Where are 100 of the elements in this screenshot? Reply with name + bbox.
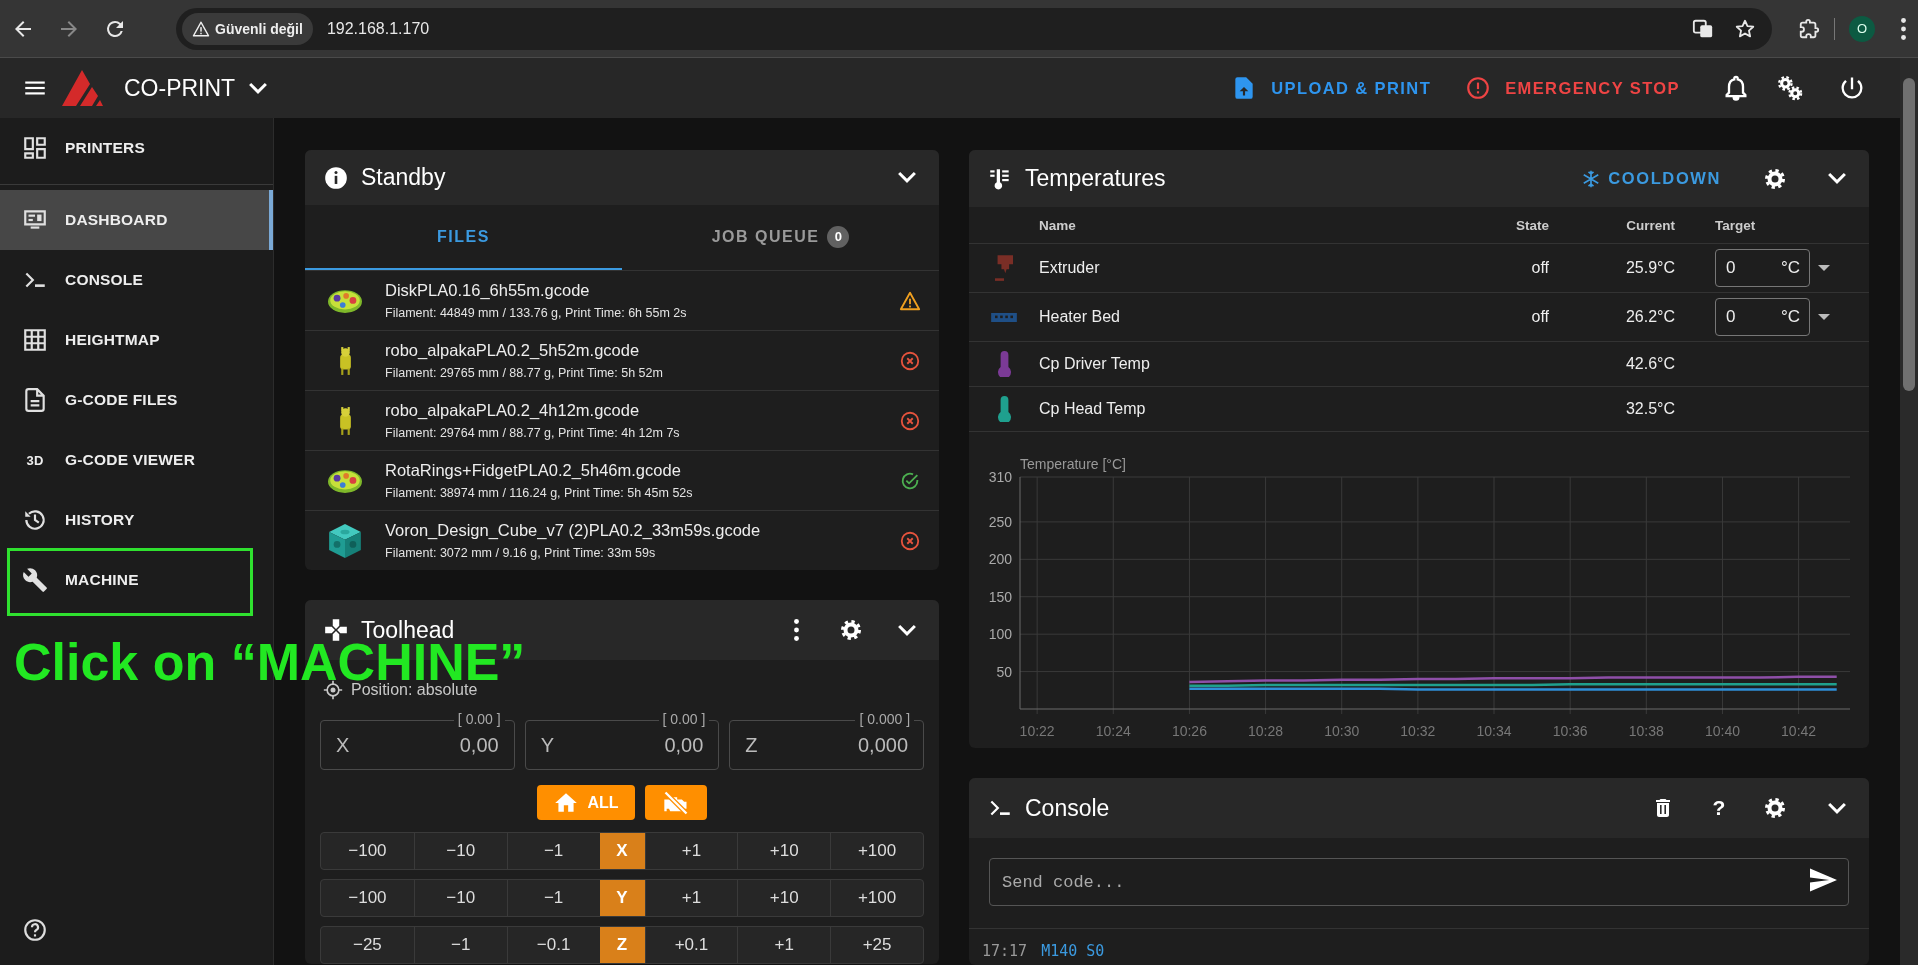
sidebar-item[interactable]: 3D G-CODE VIEWER [0,430,273,490]
chart-title: Temperature [°C] [1020,456,1126,472]
target-field[interactable]: 0 °C [1715,298,1810,336]
jog-button[interactable]: −10 [413,833,507,869]
column-header: Name [1039,217,1077,233]
sidebar-item[interactable]: G-CODE FILES [0,370,273,430]
settings-button[interactable] [1763,166,1787,191]
jog-button[interactable]: +25 [830,927,923,963]
position-mode: Position: absolute [351,681,478,699]
dropdown-chevron-icon[interactable] [249,82,268,94]
jog-button[interactable]: −1 [413,927,507,963]
axis-tick-label: 100 [988,626,1012,643]
axis-tick-label: 10:42 [1781,723,1817,739]
heater-name: Heater Bed [1039,308,1121,326]
sidebar-item[interactable]: MACHINE [0,550,273,610]
current-temperature: 32.5°C [1625,400,1675,417]
jog-button[interactable]: +1 [644,833,738,869]
current-temperature: 25.9°C [1625,259,1675,276]
target-field[interactable]: 0 °C [1715,249,1810,287]
extension-icon[interactable] [1798,17,1820,40]
axis-tick-label: 10:24 [1095,723,1131,739]
snowflake-icon [1581,168,1602,189]
more-icon[interactable] [1901,17,1906,40]
axis-tick-label: 10:22 [1019,723,1055,739]
file-row[interactable]: DiskPLA0.16_6h55m.gcode Filament: 44849 mm / 133.76 g, Print Time: 6h 55m 2s [305,271,939,330]
jog-button[interactable]: −10 [413,880,507,916]
jog-button[interactable]: +0.1 [644,927,738,963]
sidebar-item[interactable]: HISTORY [0,490,273,550]
jog-button[interactable]: −1 [506,833,600,869]
settings-icon [1763,166,1787,191]
axis-tick-label: 10:34 [1476,723,1512,739]
axis-tick-label: 250 [988,513,1012,530]
jog-button[interactable]: −25 [321,927,414,963]
file-row[interactable]: Voron_Design_Cube_v7 (2)PLA0.2_33m59s.gcode Filament: 3072 mm / 9.16 g, Print Time: 33m 59s [305,510,939,570]
heightmap-icon [22,327,48,353]
console-command[interactable]: M140 S0 [1041,942,1105,960]
jog-button[interactable]: −0.1 [506,927,600,963]
card-title: Console [1025,794,1111,822]
file-name: robo_alpakaPLA0.2_5h52m.gcode [385,341,641,360]
file-details: Filament: 44849 mm / 133.76 g, Print Time: 6h 55m 2s [385,306,688,320]
chevron-icon [898,624,916,636]
position-field[interactable]: [ 0.000 ] Z 0,000 [729,710,924,770]
dropdown-caret-icon[interactable] [1818,265,1830,271]
file-name: robo_alpakaPLA0.2_4h12m.gcode [385,401,641,420]
dropdown-caret-icon[interactable] [1818,314,1830,320]
error-icon [899,409,921,432]
profile-avatar[interactable]: O [1849,15,1875,42]
jog-button[interactable]: +1 [644,880,738,916]
file-row[interactable]: robo_alpakaPLA0.2_4h12m.gcode Filament: 29764 mm / 88.77 g, Print Time: 4h 12m 7s [305,390,939,450]
app-title: CO-PRINT [124,74,236,102]
help-icon[interactable] [22,917,48,943]
command-field[interactable]: Send code... [989,858,1849,906]
jog-button[interactable]: −1 [506,880,600,916]
axis-tick-label: 200 [988,551,1012,568]
translate-icon[interactable] [1692,17,1714,40]
axis-tick-label: 10:26 [1171,723,1207,739]
send-icon[interactable] [1810,868,1837,892]
jog-button[interactable]: +100 [830,833,923,869]
axis-tick-label: 150 [988,588,1012,605]
more-icon [793,619,799,641]
position-field[interactable]: [ 0.00 ] Y 0,00 [524,710,720,770]
axis-tick-label: 10:32 [1400,723,1436,739]
jog-button[interactable]: +10 [737,880,831,916]
history-icon [22,507,48,533]
sidebar-item[interactable]: HEIGHTMAP [0,310,273,370]
tab[interactable]: FILES [305,205,622,270]
jog-button[interactable]: +10 [737,833,831,869]
file-name: DiskPLA0.16_6h55m.gcode [385,281,591,300]
sidebar-item[interactable]: DASHBOARD [0,190,273,250]
tab[interactable]: JOB QUEUE 0 [622,205,939,270]
current-temperature: 26.2°C [1625,308,1675,325]
printers-icon [22,135,48,161]
cooldown-button[interactable]: COOLDOWN [1575,167,1727,190]
jog-button[interactable]: +100 [830,880,923,916]
star-icon[interactable] [1734,17,1756,40]
error-icon [899,349,921,372]
viewer-icon: 3D [22,452,48,468]
upload-print-button[interactable]: UPLOAD & PRINT [1231,71,1432,105]
position-field[interactable]: [ 0.00 ] X 0,00 [320,710,515,770]
file-row[interactable]: RotaRings+FidgetPLA0.2_5h46m.gcode Filament: 38974 mm / 116.24 g, Print Time: 5h 45m 52s [305,450,939,510]
address-bar[interactable]: Güvenli değil 192.168.1.170 [176,7,1772,50]
axis-tick-label: 310 [988,469,1012,485]
directional-pad-icon [323,617,349,643]
emergency-stop-button[interactable]: EMERGENCY STOP [1465,71,1680,105]
jog-button[interactable]: −100 [321,880,414,916]
chevron-icon [898,172,916,183]
settings-icon[interactable] [1776,74,1804,102]
heater-state: off [1531,259,1549,276]
settings-button[interactable] [839,618,863,642]
scrollbar-thumb[interactable] [1903,78,1915,391]
sidebar-item[interactable]: CONSOLE [0,250,273,310]
heater-state: off [1531,308,1549,325]
security-chip[interactable]: Güvenli değil [182,12,313,45]
file-row[interactable]: robo_alpakaPLA0.2_5h52m.gcode Filament: 29765 mm / 88.77 g, Print Time: 5h 52m [305,330,939,390]
jog-button[interactable]: +1 [737,927,831,963]
error-icon [899,529,921,552]
jog-button[interactable]: −100 [321,833,414,869]
axis-tick-label: 10:40 [1704,723,1740,739]
help-button[interactable]: ? [1705,796,1733,820]
settings-button[interactable] [1763,796,1787,820]
